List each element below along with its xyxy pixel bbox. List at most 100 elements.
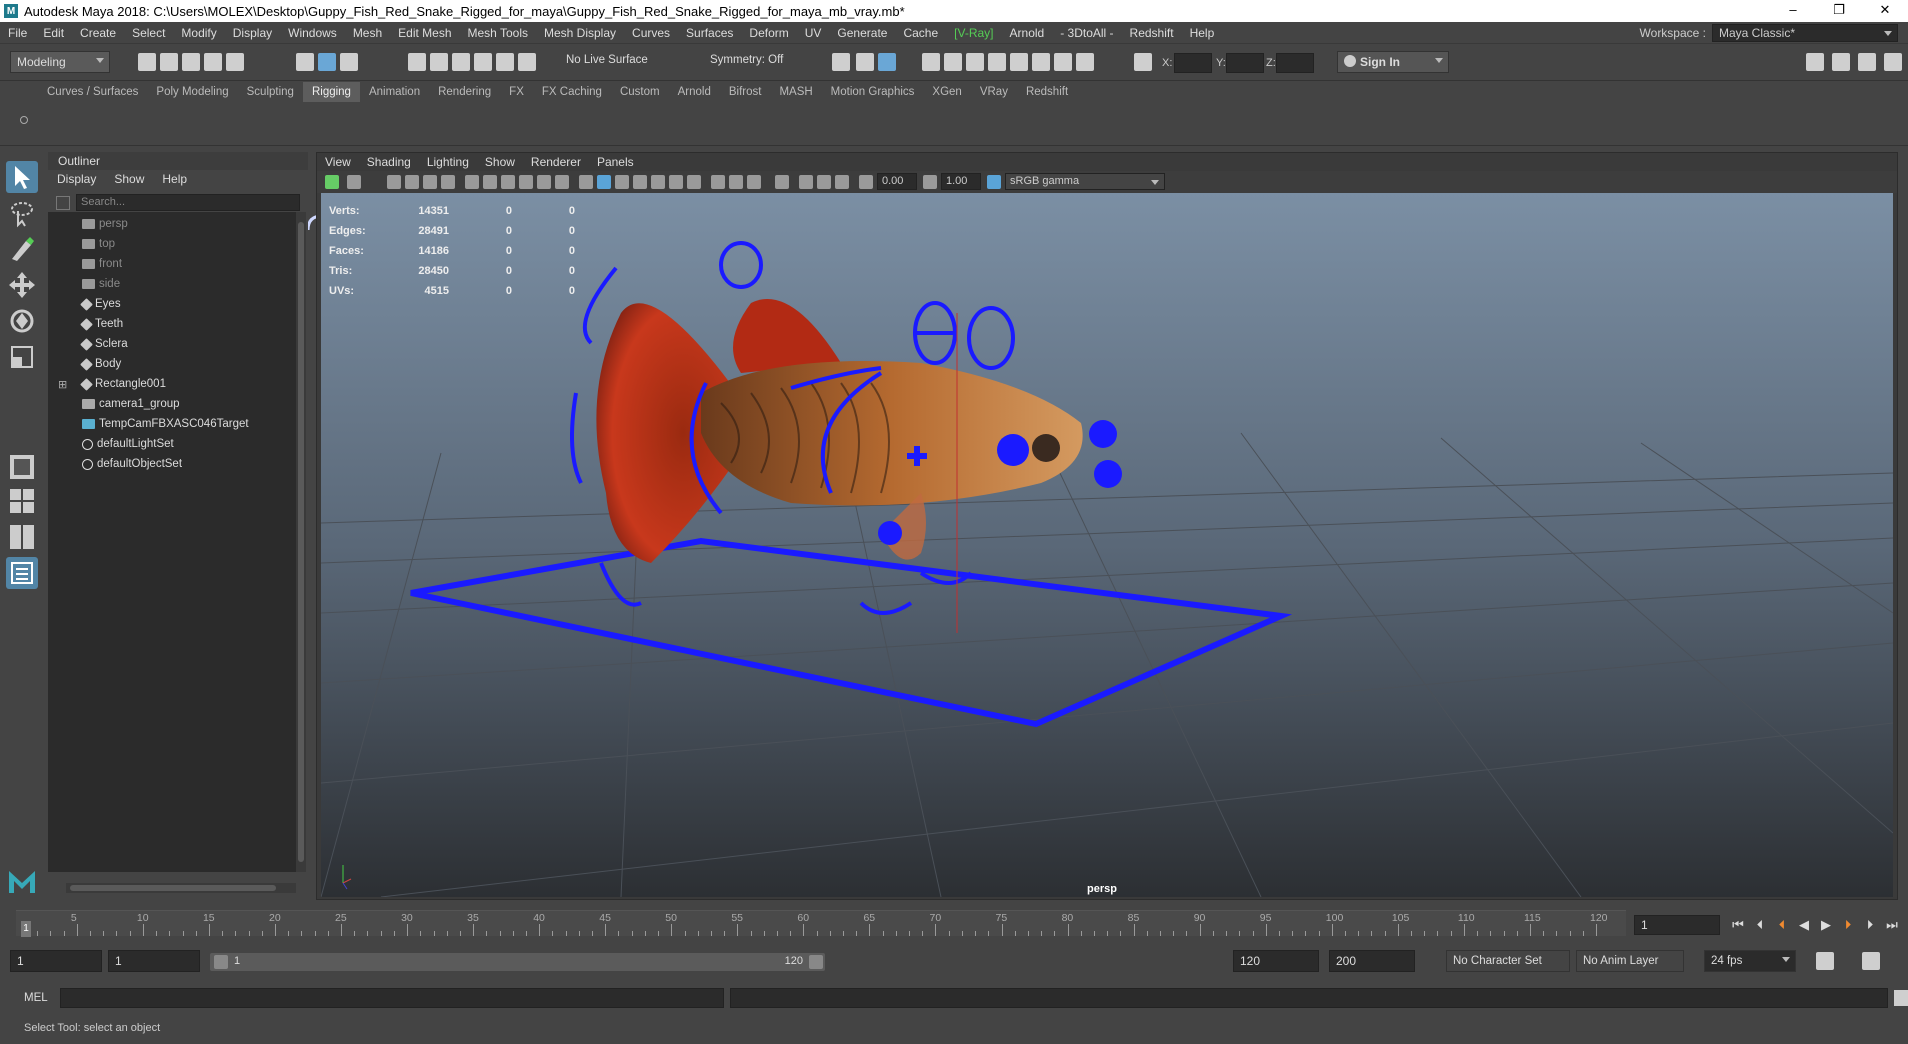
tab-fx[interactable]: FX [500,82,533,102]
command-input[interactable] [60,988,724,1008]
tab-redshift[interactable]: Redshift [1017,82,1077,102]
x-field[interactable] [1174,53,1212,73]
ambient-occlusion-icon[interactable] [711,175,725,189]
grid-toggle-icon[interactable] [465,175,479,189]
outliner-item-defaultobjectset[interactable]: defaultObjectSet [48,454,296,474]
step-forward-frame-icon[interactable]: ⏵ [1862,917,1878,933]
select-object-icon[interactable] [318,53,336,71]
menu-mesh-tools[interactable]: Mesh Tools [460,22,536,44]
menu-select[interactable]: Select [124,22,173,44]
select-camera-icon[interactable] [325,175,339,189]
motion-blur-icon[interactable] [729,175,743,189]
grease-pencil-icon[interactable] [441,175,455,189]
undo-icon[interactable] [204,53,222,71]
tab-arnold[interactable]: Arnold [669,82,720,102]
gate-mask-icon[interactable] [519,175,533,189]
viewport-menu-view[interactable]: View [317,153,359,171]
isolate-select-icon[interactable] [775,175,789,189]
shadows-icon[interactable] [687,175,701,189]
film-gate-icon[interactable] [483,175,497,189]
outliner-item-side[interactable]: side [48,274,296,294]
current-frame-field[interactable]: 1 [1634,915,1720,935]
close-button[interactable]: ✕ [1862,0,1908,22]
rotate-tool-icon[interactable] [6,305,38,337]
outliner-item-top[interactable]: top [48,234,296,254]
save-scene-icon[interactable] [182,53,200,71]
menu-mesh-display[interactable]: Mesh Display [536,22,624,44]
snap-view-icon[interactable] [474,53,492,71]
tab-poly-modeling[interactable]: Poly Modeling [147,82,237,102]
xform-mode-icon[interactable] [1134,53,1152,71]
input-ops-icon[interactable] [856,53,874,71]
step-back-frame-icon[interactable]: ⏴ [1752,917,1768,933]
render-frame-icon[interactable] [944,53,962,71]
exposure-field[interactable]: 0.00 [877,173,917,190]
snap-pivot-icon[interactable] [518,53,536,71]
tab-custom[interactable]: Custom [611,82,669,102]
pause-viewport-icon[interactable] [1076,53,1094,71]
menu-uv[interactable]: UV [797,22,830,44]
field-chart-icon[interactable] [537,175,551,189]
tab-mash[interactable]: MASH [770,82,821,102]
render-setup-icon[interactable] [1032,53,1050,71]
select-hierarchy-icon[interactable] [296,53,314,71]
textured-icon[interactable] [651,175,665,189]
play-backwards-icon[interactable]: ◀ [1796,917,1812,933]
viewport-menu-shading[interactable]: Shading [359,153,419,171]
tab-sculpting[interactable]: Sculpting [238,82,303,102]
safe-action-icon[interactable] [555,175,569,189]
step-back-key-icon[interactable]: ⏴ [1774,917,1790,933]
outliner-menu-show[interactable]: Show [105,170,153,188]
outliner-item-tempcamfbxasc046target[interactable]: TempCamFBXASC046Target [48,414,296,434]
smooth-shade-icon[interactable] [597,175,611,189]
menu-generate[interactable]: Generate [829,22,895,44]
live-surface-label[interactable]: No Live Surface [566,54,648,66]
workspace-dropdown[interactable]: Maya Classic* [1712,24,1898,42]
tab-bifrost[interactable]: Bifrost [720,82,771,102]
range-slider[interactable]: 1 120 [210,953,825,971]
four-view-layout-icon[interactable] [6,485,38,517]
outliner-menu-help[interactable]: Help [153,170,196,188]
outliner-item-persp[interactable]: persp [48,214,296,234]
playback-start-field[interactable]: 1 [108,950,200,972]
sign-in-button[interactable]: Sign In [1337,51,1449,73]
current-time-marker[interactable]: 1 [21,921,31,937]
fps-dropdown[interactable]: 24 fps [1704,950,1796,972]
menu-file[interactable]: File [0,22,35,44]
menu-curves[interactable]: Curves [624,22,678,44]
new-scene-icon[interactable] [138,53,156,71]
menu-help[interactable]: Help [1182,22,1223,44]
step-forward-key-icon[interactable]: ⏵ [1840,917,1856,933]
range-end-handle[interactable] [809,955,823,969]
outliner-item-camera1-group[interactable]: camera1_group [48,394,296,414]
default-material-icon[interactable] [615,175,629,189]
menu-mesh[interactable]: Mesh [345,22,390,44]
menu-deform[interactable]: Deform [741,22,796,44]
animation-end-field[interactable]: 200 [1329,950,1415,972]
z-field[interactable] [1276,53,1314,73]
color-management-icon[interactable] [987,175,1001,189]
wireframe-icon[interactable] [579,175,593,189]
animation-start-field[interactable]: 1 [10,950,102,972]
redo-icon[interactable] [226,53,244,71]
viewport-menu-lighting[interactable]: Lighting [419,153,477,171]
snap-grid-icon[interactable] [408,53,426,71]
menu-3dtoall[interactable]: - 3DtoAll - [1052,22,1121,44]
xray-active-icon[interactable] [817,175,831,189]
construction-history-icon[interactable] [832,53,850,71]
viewport-menu-renderer[interactable]: Renderer [523,153,589,171]
menu-set-dropdown[interactable]: Modeling [10,51,110,73]
filter-icon[interactable] [56,196,70,210]
outliner-search-input[interactable]: Search... [76,194,300,211]
time-slider[interactable]: 5 10 15 20 25 30 35 40 45 50 55 60 65 70 75 80 85 90 95 100… [16,905,1626,941]
outliner-item-teeth[interactable]: Teeth [48,314,296,334]
y-field[interactable] [1226,53,1264,73]
menu-vray[interactable]: [V-Ray] [946,22,1001,44]
symmetry-label[interactable]: Symmetry: Off [710,54,783,66]
viewport-menu-show[interactable]: Show [477,153,523,171]
go-to-end-icon[interactable]: ⏭ [1884,917,1900,933]
tab-rigging[interactable]: Rigging [302,82,360,102]
viewport-menu-panels[interactable]: Panels [589,153,642,171]
shelf-options-icon[interactable] [20,116,28,124]
restore-button[interactable]: ❐ [1816,0,1862,22]
